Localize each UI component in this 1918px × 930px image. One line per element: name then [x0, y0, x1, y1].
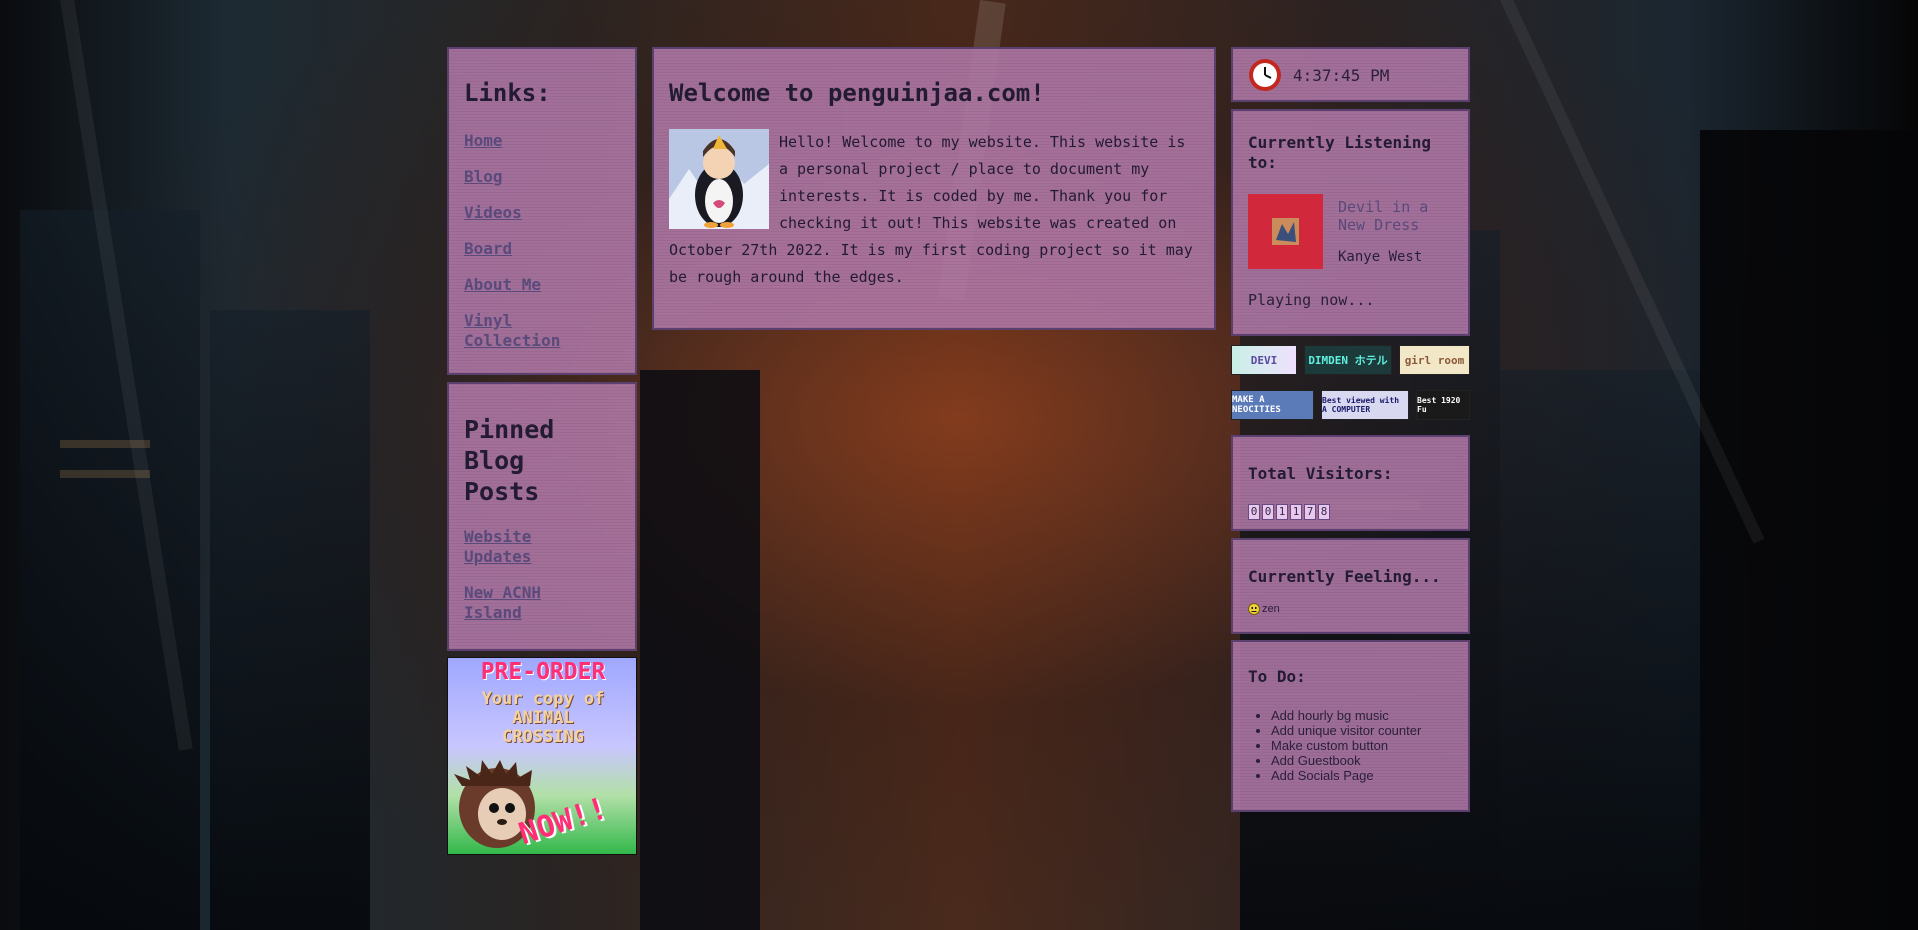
links-panel: Links: Home Blog Videos Board About Me V… — [447, 47, 637, 375]
background-building — [1700, 130, 1918, 930]
clock-time: 4:37:45 PM — [1293, 66, 1390, 85]
clock-panel: 4:37:45 PM — [1231, 47, 1470, 102]
ad-preorder-text: PRE-ORDER — [480, 659, 606, 685]
counter-digit: 8 — [1318, 504, 1330, 520]
song-link[interactable]: Devil in a New Dress — [1338, 198, 1458, 234]
playing-status: Playing now... — [1248, 291, 1375, 309]
links-list: Home Blog Videos Board About Me Vinyl Co… — [464, 131, 624, 351]
todo-item: Add unique visitor counter — [1271, 723, 1421, 738]
counter-digit: 1 — [1276, 504, 1288, 520]
artist-name: Kanye West — [1338, 249, 1423, 265]
nav-link-videos[interactable]: Videos — [464, 203, 624, 223]
album-cover — [1248, 194, 1323, 269]
penguin-avatar — [669, 129, 769, 229]
ad-line: Your copy of — [481, 689, 605, 709]
nav-link-vinyl-collection[interactable]: Vinyl Collection — [464, 311, 584, 351]
listening-title: Currently Listening to: — [1248, 133, 1432, 172]
visitor-counter: 001178 — [1248, 500, 1332, 520]
counter-digit: 0 — [1262, 504, 1274, 520]
feeling-title: Currently Feeling... — [1248, 567, 1441, 586]
page-title: Welcome to penguinjaa.com! — [669, 79, 1045, 107]
best-1920-button[interactable]: Best 1920 Fu — [1416, 390, 1470, 420]
visitors-panel: Total Visitors: 001178 — [1231, 435, 1470, 531]
visitors-title: Total Visitors: — [1248, 464, 1393, 483]
girl-room-site-button[interactable]: girl room — [1399, 345, 1470, 375]
pinned-link-website-updates[interactable]: Website Updates — [464, 527, 584, 567]
links-title: Links: — [464, 79, 551, 107]
nav-link-blog[interactable]: Blog — [464, 167, 624, 187]
todo-title: To Do: — [1248, 667, 1306, 686]
pinned-posts-title: Pinned Blog Posts — [464, 415, 555, 506]
nav-link-board[interactable]: Board — [464, 239, 624, 259]
counter-digit: 0 — [1248, 504, 1260, 520]
ad-line: ANIMAL — [512, 708, 574, 728]
mood-text: zen — [1262, 603, 1280, 615]
nav-link-home[interactable]: Home — [464, 131, 624, 151]
pinned-link-new-acnh-island[interactable]: New ACNH Island — [464, 583, 584, 623]
nav-link-about-me[interactable]: About Me — [464, 275, 624, 295]
background-building — [210, 310, 370, 930]
pinned-posts-list: Website Updates New ACNH Island — [464, 527, 584, 623]
welcome-text-block: Hello! Welcome to my website. This websi… — [669, 129, 1199, 291]
mood-row: zen — [1248, 603, 1280, 615]
smiley-face-icon — [1248, 603, 1260, 615]
best-viewed-computer-button[interactable]: Best viewed with A COMPUTER — [1321, 390, 1409, 420]
todo-item: Add Guestbook — [1271, 753, 1421, 768]
todo-item: Make custom button — [1271, 738, 1421, 753]
feeling-panel: Currently Feeling... zen — [1231, 538, 1470, 634]
todo-panel: To Do: Add hourly bg music Add unique vi… — [1231, 640, 1470, 812]
todo-list: Add hourly bg music Add unique visitor c… — [1248, 708, 1421, 783]
counter-digit: 7 — [1304, 504, 1316, 520]
listening-panel: Currently Listening to: Devil in a New D… — [1231, 109, 1470, 336]
dimden-site-button[interactable]: DIMDEN ホテル — [1304, 345, 1392, 375]
clock-icon — [1249, 59, 1281, 91]
preorder-animal-crossing-ad[interactable]: PRE-ORDER Your copy of ANIMAL CROSSING N… — [447, 657, 637, 855]
background-building — [1500, 370, 1700, 930]
counter-digit: 1 — [1290, 504, 1302, 520]
todo-item: Add hourly bg music — [1271, 708, 1421, 723]
make-a-neocities-button[interactable]: MAKE A NEOCITIES — [1231, 390, 1314, 420]
background-building — [640, 370, 760, 930]
devi-site-button[interactable]: DEVI — [1231, 345, 1297, 375]
ad-body-text: Your copy of ANIMAL CROSSING — [448, 689, 636, 747]
welcome-panel: Welcome to penguinjaa.com! Hello! Welcom… — [652, 47, 1216, 330]
todo-item: Add Socials Page — [1271, 768, 1421, 783]
ad-line: CROSSING — [502, 727, 584, 747]
pinned-posts-panel: Pinned Blog Posts Website Updates New AC… — [447, 382, 637, 651]
